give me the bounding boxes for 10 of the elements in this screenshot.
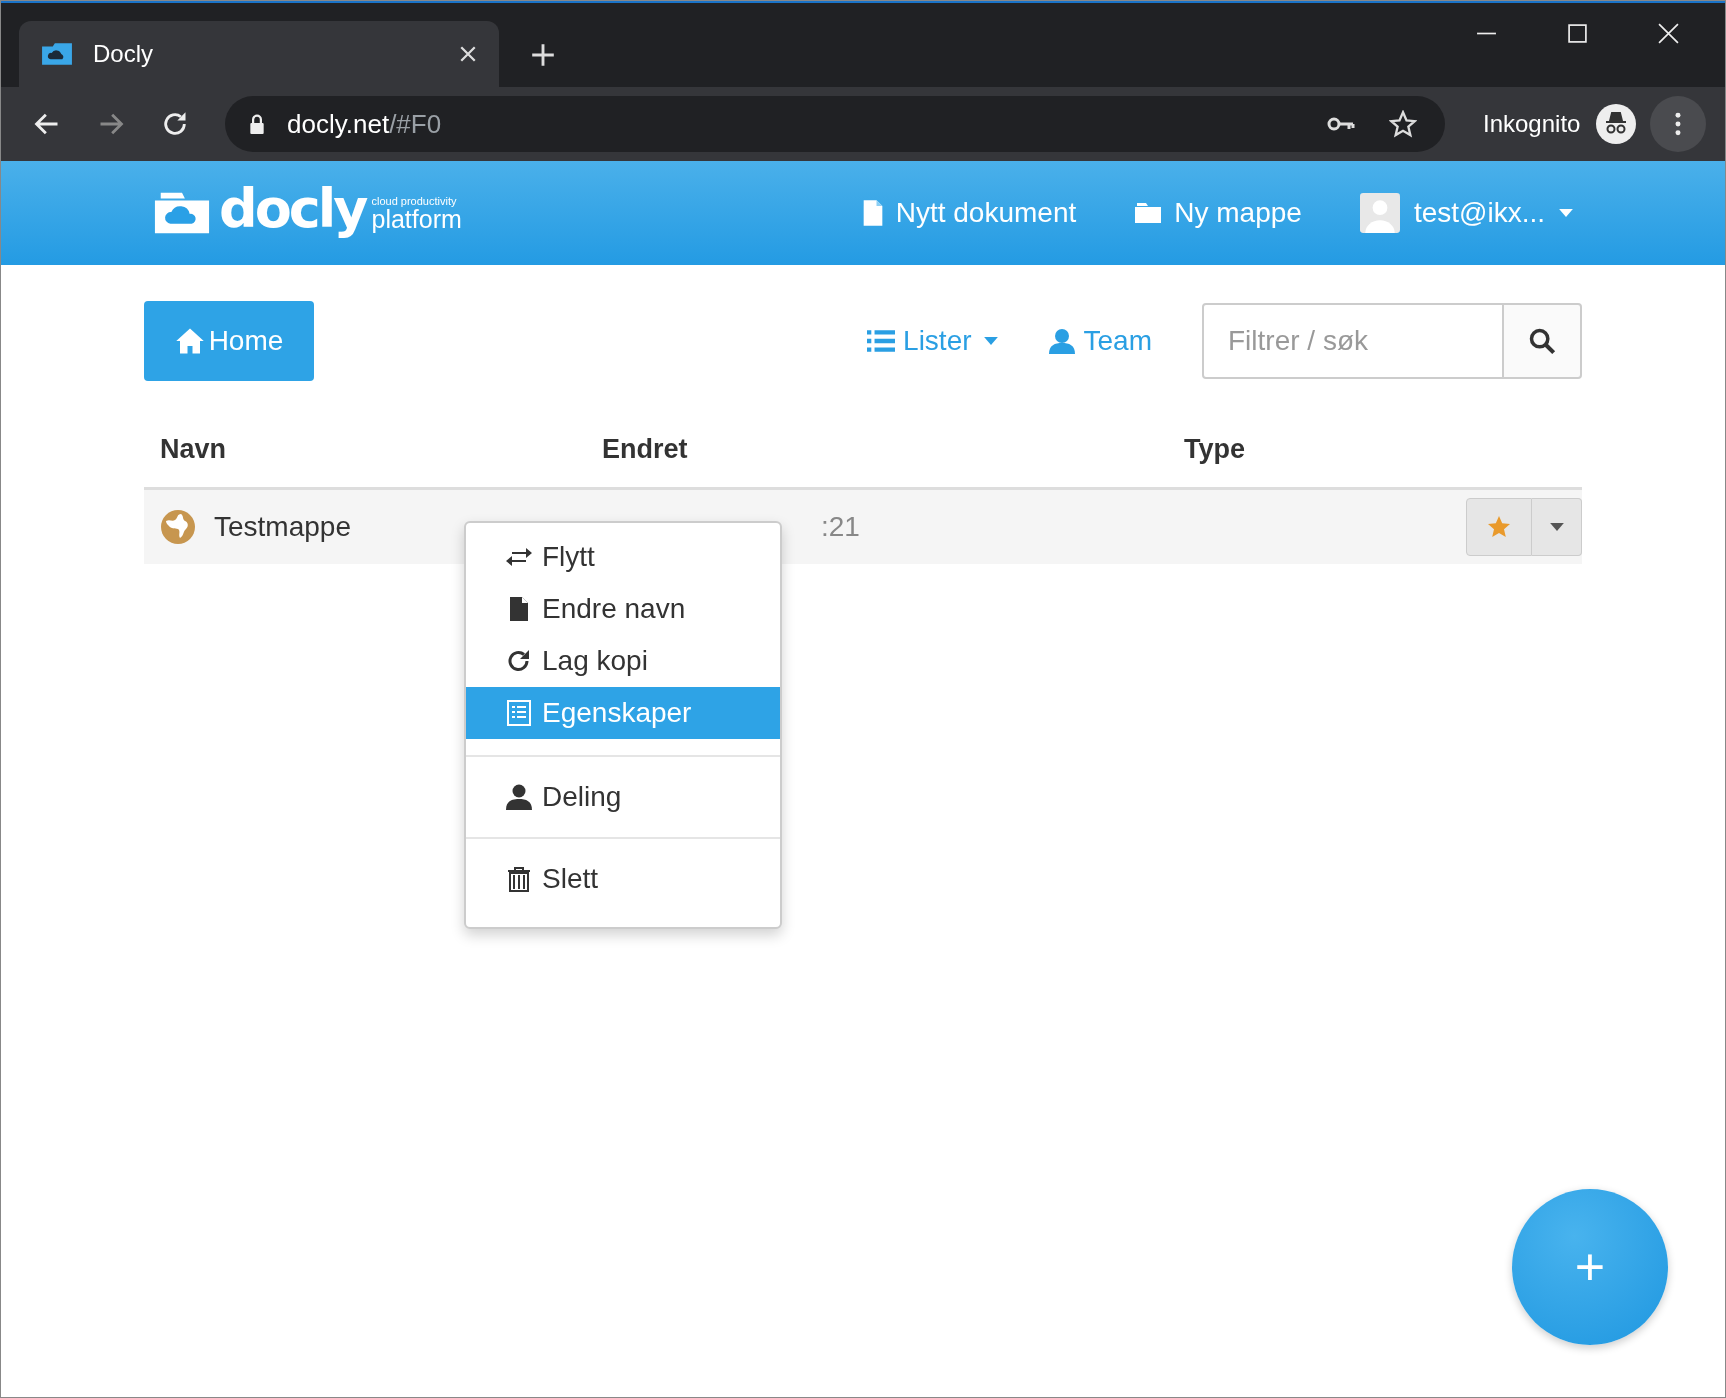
column-header: Navn [159, 433, 228, 465]
column-header: Endret [602, 433, 689, 465]
folder-name: Testmappe [214, 511, 351, 543]
logo-wordmark: docly [219, 182, 366, 236]
tab-title: Docly [93, 40, 154, 68]
column-header: Type [1184, 433, 1246, 465]
logo-tagline: cloud productivity [371, 194, 458, 207]
profile-label: Inkognito [1483, 110, 1581, 138]
modified-date: :21 [820, 511, 861, 543]
logo-subtitle: platform [371, 206, 462, 232]
